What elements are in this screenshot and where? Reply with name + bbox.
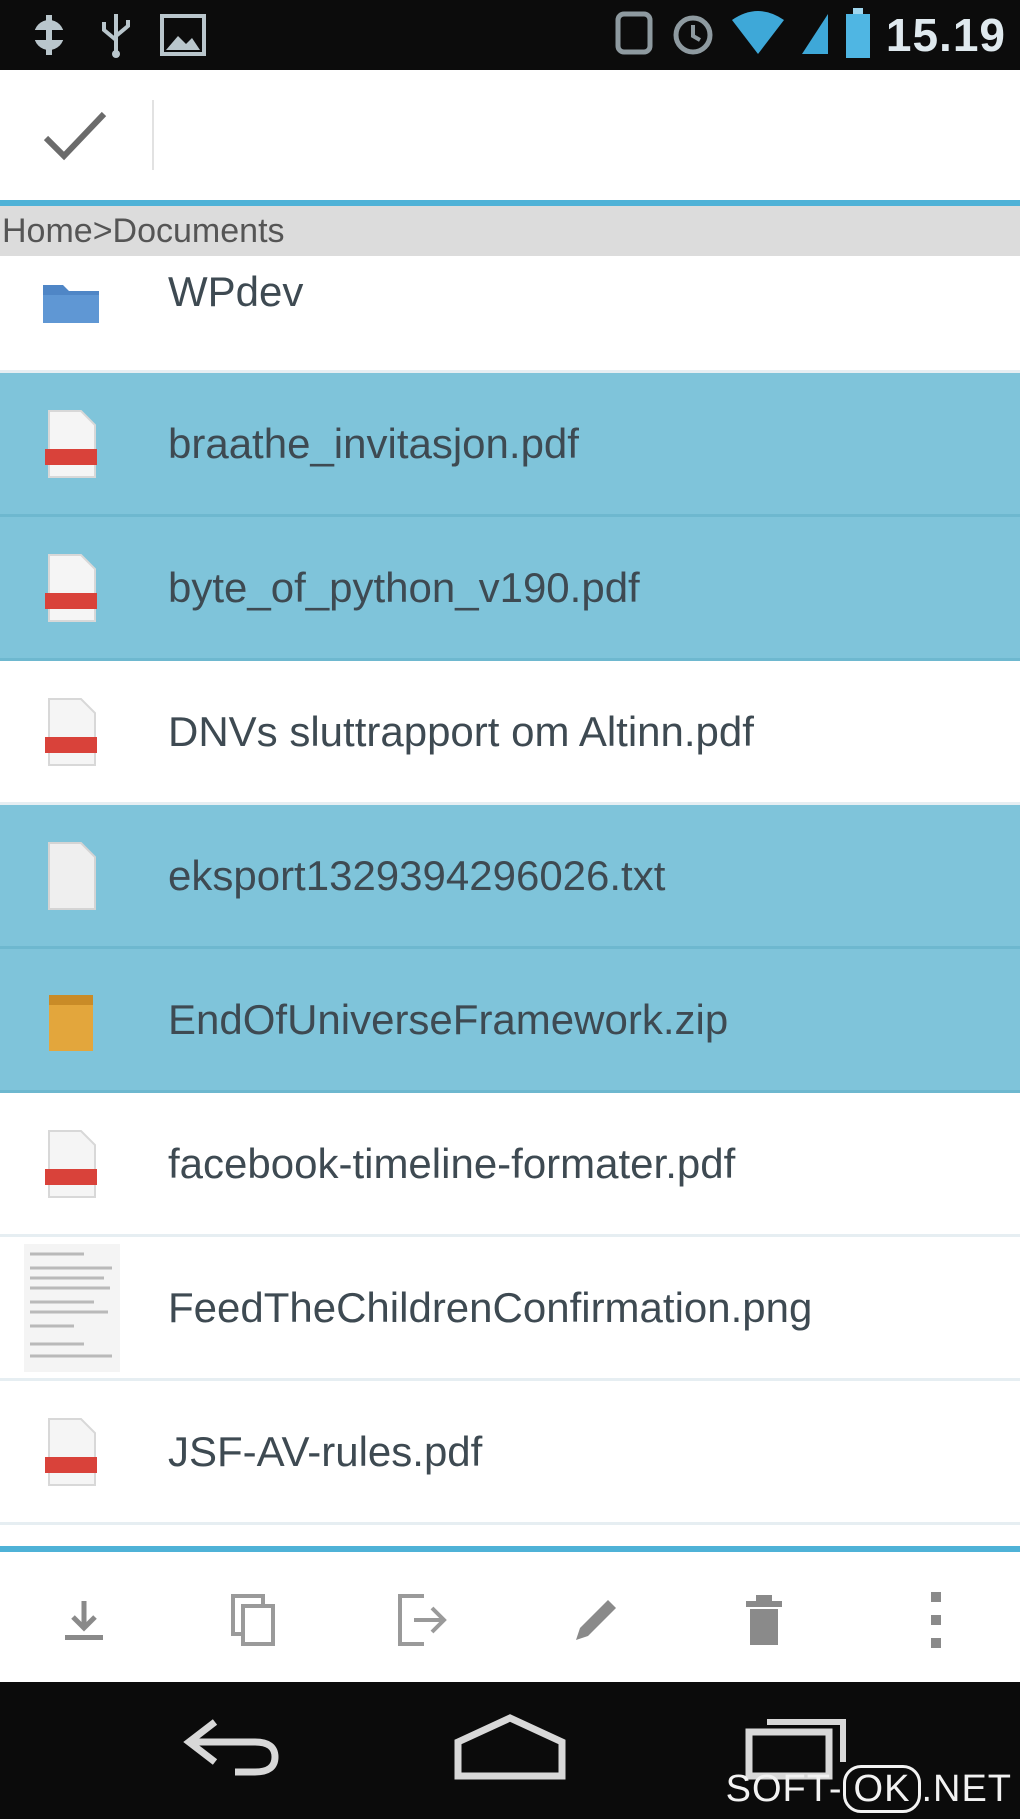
alarm-icon — [670, 8, 716, 62]
file-name: byte_of_python_v190.pdf — [168, 563, 640, 611]
zip-archive-icon — [38, 980, 104, 1060]
pdf-file-icon — [38, 548, 104, 628]
list-item-file-selected[interactable]: byte_of_python_v190.pdf — [0, 517, 1020, 661]
delete-trash-icon — [742, 1593, 786, 1651]
list-item-file[interactable]: JSF-AV-rules.pdf — [0, 1381, 1020, 1525]
status-bar: 15.19 — [0, 0, 1020, 70]
file-name: facebook-timeline-formater.pdf — [168, 1139, 736, 1187]
file-name: braathe_invitasjon.pdf — [168, 419, 579, 467]
delete-button[interactable] — [724, 1582, 804, 1662]
download-icon — [59, 1595, 109, 1649]
bottom-action-bar — [0, 1546, 1020, 1682]
rename-pencil-icon — [568, 1592, 624, 1652]
wifi-icon — [730, 8, 786, 62]
move-icon — [394, 1592, 450, 1652]
file-name: FeedTheChildrenConfirmation.png — [168, 1283, 813, 1331]
home-icon — [450, 1712, 570, 1786]
list-item-file-selected[interactable]: eksport1329394296026.txt — [0, 805, 1020, 949]
action-bar-divider — [152, 100, 154, 170]
list-item-file[interactable]: DNVs sluttrapport om Altinn.pdf — [0, 661, 1020, 805]
file-name: DNVs sluttrapport om Altinn.pdf — [168, 707, 754, 755]
download-button[interactable] — [44, 1582, 124, 1662]
navigation-bar: SOFT- OK .NET — [0, 1682, 1020, 1819]
image-notification-icon — [158, 10, 208, 64]
home-button[interactable] — [440, 1704, 580, 1794]
contextual-action-bar — [0, 70, 1020, 206]
android-debug-icon — [24, 10, 74, 64]
copy-icon — [229, 1592, 279, 1652]
usb-icon — [96, 10, 136, 64]
file-list[interactable]: WPdev braathe_invitasjon.pdf byte_of_pyt… — [0, 256, 1020, 1546]
pdf-file-icon — [38, 1124, 104, 1204]
list-item-folder[interactable]: WPdev — [0, 256, 1020, 373]
list-item-file-selected[interactable]: EndOfUniverseFramework.zip — [0, 949, 1020, 1093]
file-name: eksport1329394296026.txt — [168, 851, 666, 899]
copy-button[interactable] — [214, 1582, 294, 1662]
done-button[interactable] — [20, 90, 130, 185]
pdf-file-icon — [38, 1412, 104, 1492]
list-item-file[interactable]: facebook-timeline-formater.pdf — [0, 1093, 1020, 1237]
file-name: JSF-AV-rules.pdf — [168, 1427, 483, 1475]
pdf-file-icon — [38, 692, 104, 772]
image-thumbnail-icon — [22, 1243, 122, 1373]
pdf-file-icon — [38, 404, 104, 484]
status-notification-icons — [24, 10, 208, 64]
checkmark-icon — [40, 108, 110, 168]
file-name: EndOfUniverseFramework.zip — [168, 995, 729, 1043]
battery-icon — [844, 6, 872, 64]
status-system-icons: 15.19 — [612, 6, 1006, 64]
clock-time: 15.19 — [885, 9, 1006, 61]
overflow-menu-button[interactable] — [896, 1582, 976, 1662]
back-button[interactable] — [160, 1704, 300, 1794]
signal-icon — [800, 8, 830, 62]
rename-button[interactable] — [556, 1582, 636, 1662]
move-button[interactable] — [382, 1582, 462, 1662]
file-name: WPdev — [168, 268, 304, 315]
site-watermark: SOFT- OK .NET — [726, 1765, 1012, 1813]
back-icon — [175, 1712, 285, 1786]
list-item-file[interactable]: FeedTheChildrenConfirmation.png — [0, 1237, 1020, 1381]
sync-icon — [612, 8, 656, 62]
folder-icon — [38, 262, 104, 342]
overflow-menu-icon — [926, 1590, 946, 1654]
breadcrumb[interactable]: Home>Documents — [0, 206, 1020, 256]
list-item-file-selected[interactable]: braathe_invitasjon.pdf — [0, 373, 1020, 517]
text-file-icon — [38, 836, 104, 916]
